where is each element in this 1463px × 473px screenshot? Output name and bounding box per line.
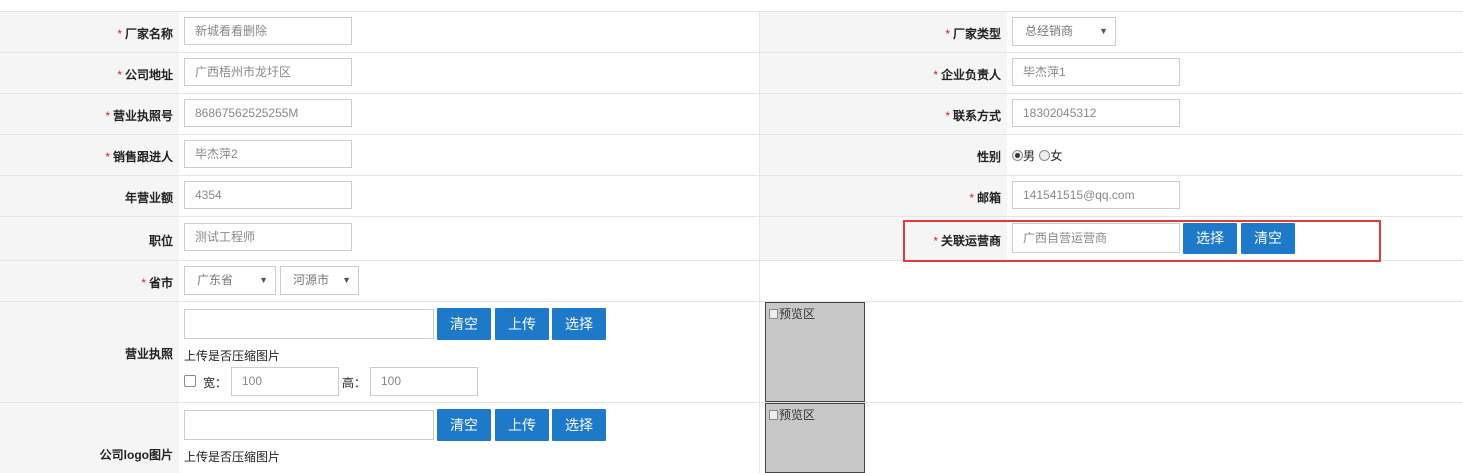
email-label: 邮箱 [976,191,1001,205]
contact-input[interactable]: 18302045312 [1012,99,1180,127]
radio-female[interactable] [1039,150,1051,161]
legal-person-input[interactable]: 毕杰萍1 [1012,58,1180,86]
business-license-file-input[interactable] [184,309,434,339]
business-license-upload-button[interactable]: 上传 [495,308,549,340]
annual-revenue-label: 年营业额 [124,191,173,205]
chevron-down-icon: ▼ [342,275,351,285]
width-input[interactable]: 100 [231,367,339,396]
position-input[interactable]: 测试工程师 [184,223,352,251]
compress-text: 上传是否压缩图片 [184,349,281,363]
business-license-label: 营业执照 [124,347,173,361]
sales-follower-input[interactable]: 毕杰萍2 [184,140,352,168]
logo-file-input[interactable] [184,410,434,440]
chevron-down-icon: ▼ [1099,26,1108,36]
business-license-clear-button[interactable]: 清空 [437,308,491,340]
broken-image-icon [769,410,778,420]
height-label: 高： [342,376,367,390]
broken-image-icon [769,309,778,319]
height-input[interactable]: 100 [370,367,478,396]
city-select[interactable]: 河源市 ▼ [280,266,359,295]
gender-option-male: 男 [1023,149,1036,163]
province-city-label: 省市 [148,276,173,290]
form-row-vendor: * 厂家名称 新城看看删除 * 厂家类型 总经销商 ▼ [0,12,1463,53]
business-license-select-button[interactable]: 选择 [552,308,606,340]
preview-alt-text: 预览区 [779,408,816,422]
company-address-label: 公司地址 [124,68,173,82]
form-row-revenue: 年营业额 4354 * 邮箱 141541515@qq.com [0,176,1463,217]
compress-checkbox[interactable] [184,375,196,387]
required-mark: * [117,27,122,41]
top-strip [0,0,1463,12]
required-mark: * [945,27,950,41]
city-value: 河源市 [293,273,330,287]
required-mark: * [969,191,974,205]
vendor-name-input[interactable]: 新城看看删除 [184,17,352,45]
company-address-input[interactable]: 广西梧州市龙圩区 [184,58,352,86]
license-no-input[interactable]: 86867562525255M [184,99,352,127]
form-row-business-license: 营业执照 清空 上传 选择 上传是否压缩图片 宽： 100 高： 100 预览区 [0,302,1463,403]
province-select[interactable]: 广东省 ▼ [184,266,276,295]
label-cell: * 厂家名称 [0,12,179,52]
vendor-type-value: 总经销商 [1025,24,1074,38]
email-input[interactable]: 141541515@qq.com [1012,181,1180,209]
vendor-name-label: 厂家名称 [124,27,173,41]
form-row-license: * 营业执照号 86867562525255M * 联系方式 18302045312 [0,94,1463,135]
license-no-label: 营业执照号 [112,109,173,123]
radio-male[interactable] [1012,150,1023,161]
required-mark: * [933,68,938,82]
highlight-box [903,220,1381,262]
legal-person-label: 企业负责人 [940,68,1001,82]
position-label: 职位 [148,234,173,248]
logo-upload-button[interactable]: 上传 [495,409,549,441]
preview-alt-text: 预览区 [779,307,816,321]
annual-revenue-input[interactable]: 4354 [184,181,352,209]
province-value: 广东省 [197,273,234,287]
vendor-type-select[interactable]: 总经销商 ▼ [1012,17,1116,46]
label-cell: * 厂家类型 [760,12,1007,52]
required-mark: * [105,109,110,123]
logo-compress-text: 上传是否压缩图片 [184,450,281,464]
contact-label: 联系方式 [952,109,1001,123]
required-mark: * [105,150,110,164]
logo-label: 公司logo图片 [99,448,173,462]
form-row-sales: * 销售跟进人 毕杰萍2 性别 男 女 [0,135,1463,176]
gender-label: 性别 [976,150,1001,164]
chevron-down-icon: ▼ [259,275,268,285]
required-mark: * [117,68,122,82]
width-label: 宽： [203,376,228,390]
logo-clear-button[interactable]: 清空 [437,409,491,441]
business-license-preview: 预览区 [765,302,865,402]
sales-follower-label: 销售跟进人 [112,150,173,164]
vendor-type-label: 厂家类型 [952,27,1001,41]
required-mark: * [141,276,146,290]
logo-select-button[interactable]: 选择 [552,409,606,441]
gender-radio-group: 男 女 [1012,147,1062,164]
gender-option-female: 女 [1050,149,1063,163]
form-row-province: * 省市 广东省 ▼ 河源市 ▼ [0,261,1463,302]
required-mark: * [945,109,950,123]
form-row-address: * 公司地址 广西梧州市龙圩区 * 企业负责人 毕杰萍1 [0,53,1463,94]
